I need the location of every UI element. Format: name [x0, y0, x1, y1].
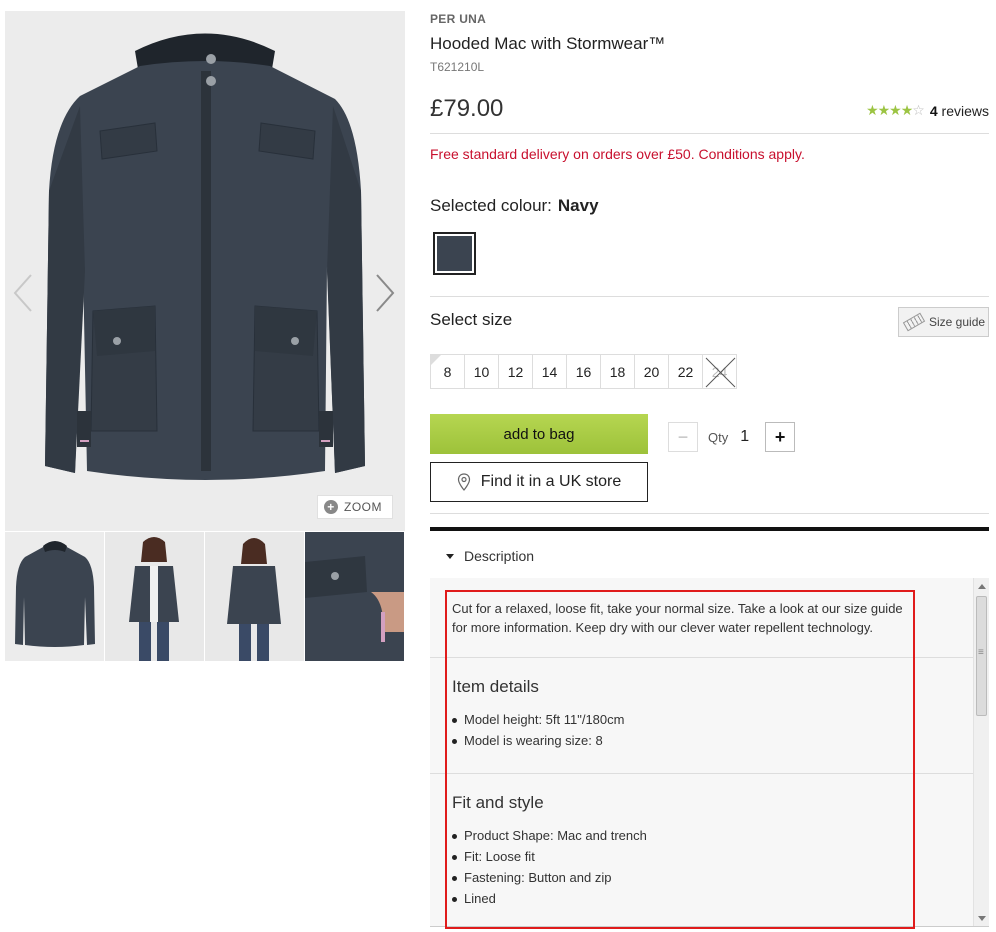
qty-label: Qty: [708, 429, 729, 445]
colour-swatch-navy[interactable]: [433, 232, 476, 275]
brand-name: PER UNA: [430, 12, 487, 26]
description-intro: Cut for a relaxed, loose fit, take your …: [452, 601, 903, 635]
description-toggle[interactable]: Description: [446, 548, 534, 564]
find-in-store-button[interactable]: Find it in a UK store: [430, 462, 648, 502]
add-to-bag-button[interactable]: add to bag: [430, 414, 648, 454]
size-option[interactable]: 12: [498, 354, 533, 389]
selected-colour: Selected colour: Navy: [430, 196, 599, 216]
list-item: Fit: Loose fit: [452, 846, 973, 867]
size-option[interactable]: 18: [600, 354, 635, 389]
fit-style-title: Fit and style: [452, 793, 544, 812]
size-option[interactable]: 22: [668, 354, 703, 389]
product-price: £79.00: [430, 95, 504, 122]
find-in-store-label: Find it in a UK store: [480, 473, 622, 490]
main-product-image[interactable]: + ZOOM: [5, 11, 405, 531]
product-gallery: + ZOOM: [5, 11, 405, 661]
previous-image-arrow-icon[interactable]: [11, 273, 35, 313]
rating-summary[interactable]: ★★★★☆ 4 reviews: [866, 102, 989, 119]
size-options: 8 10 12 14 16 18 20 22 24: [430, 354, 737, 389]
list-item: Fastening: Button and zip: [452, 867, 973, 888]
selected-colour-label: Selected colour:: [430, 196, 552, 215]
qty-decrease-button[interactable]: −: [668, 422, 698, 452]
description-intro-section: Cut for a relaxed, loose fit, take your …: [430, 578, 973, 658]
divider: [430, 513, 989, 514]
item-details-title: Item details: [452, 677, 539, 696]
quantity-stepper: − Qty 1 +: [668, 422, 796, 452]
scroll-up-arrow-icon[interactable]: [978, 584, 986, 589]
item-details-section: Item details Model height: 5ft 11"/180cm…: [430, 658, 973, 774]
reviews-link[interactable]: reviews: [942, 103, 989, 119]
product-sku: T621210L: [430, 60, 485, 74]
qty-increase-button[interactable]: +: [765, 422, 796, 452]
scroll-down-arrow-icon[interactable]: [978, 916, 986, 921]
zoom-label: ZOOM: [344, 500, 382, 514]
list-item: Model is wearing size: 8: [452, 730, 973, 751]
review-count: 4: [929, 102, 938, 119]
section-rule: [430, 527, 989, 531]
list-item: Model height: 5ft 11"/180cm: [452, 709, 973, 730]
thumbnail-jacket-front[interactable]: [5, 532, 104, 661]
ruler-icon: [902, 312, 926, 332]
size-guide-label: Size guide: [929, 315, 986, 329]
divider: [430, 133, 989, 134]
thumbnail-model-back[interactable]: [205, 532, 304, 661]
zoom-button[interactable]: + ZOOM: [317, 495, 393, 519]
size-option[interactable]: 14: [532, 354, 567, 389]
star-rating-icon: ★★★★☆: [866, 102, 925, 118]
selected-colour-value: Navy: [557, 196, 599, 215]
plus-circle-icon: +: [324, 500, 338, 514]
thumbnail-pocket-detail[interactable]: [305, 532, 404, 661]
description-heading: Description: [464, 548, 535, 564]
divider: [430, 296, 989, 297]
select-size-label: Select size: [430, 310, 513, 329]
fit-style-section: Fit and style Product Shape: Mac and tre…: [430, 774, 973, 926]
scroll-thumb[interactable]: [976, 596, 987, 716]
description-panel[interactable]: Cut for a relaxed, loose fit, take your …: [430, 578, 989, 927]
next-image-arrow-icon[interactable]: [373, 273, 397, 313]
size-option[interactable]: 16: [566, 354, 601, 389]
qty-value[interactable]: 1: [740, 428, 749, 446]
size-option[interactable]: 10: [464, 354, 499, 389]
description-scrollbar[interactable]: [973, 578, 989, 926]
thumbnail-model-front[interactable]: [105, 532, 204, 661]
list-item: Lined: [452, 888, 973, 909]
size-guide-button[interactable]: Size guide: [898, 307, 989, 337]
delivery-note[interactable]: Free standard delivery on orders over £5…: [430, 146, 805, 162]
thumbnail-strip: [5, 532, 405, 661]
list-item: Product Shape: Mac and trench: [452, 825, 973, 846]
caret-down-icon: [446, 553, 454, 559]
size-option-unavailable[interactable]: 24: [702, 354, 737, 389]
location-pin-icon: [457, 473, 470, 491]
size-option[interactable]: 8: [430, 354, 465, 389]
product-title: Hooded Mac with Stormwear™: [430, 34, 666, 53]
unavailable-cross-icon: [705, 357, 736, 388]
size-option[interactable]: 20: [634, 354, 669, 389]
jacket-image: [45, 33, 365, 480]
